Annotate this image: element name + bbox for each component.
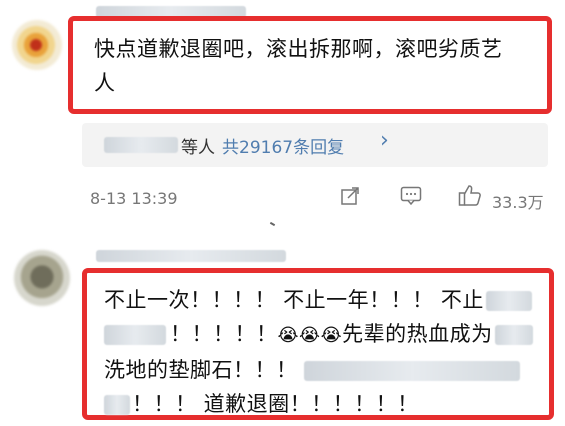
avatar[interactable] xyxy=(14,250,70,306)
comment-text-line: 人 xyxy=(94,71,116,95)
comment-text-segment: 不止一次！！！！ 不止一年！！！ 不止 xyxy=(104,288,484,312)
crying-emoji-icon: 😭😭😭 xyxy=(277,325,343,346)
comment-text-line: 洗地的垫脚石！！！ xyxy=(104,353,544,387)
share-icon[interactable] xyxy=(340,186,360,206)
blurred-text xyxy=(485,291,532,311)
comment-text-segment: ！！！ 道歉退圈！！！！！！ xyxy=(132,392,419,416)
blurred-text xyxy=(104,395,130,415)
avatar[interactable] xyxy=(12,20,62,70)
comment-text-line: ！！！！！😭😭😭先辈的热血成为 xyxy=(104,317,544,353)
like-count: 33.3万 xyxy=(492,193,544,212)
comment-text-line: 不止一次！！！！ 不止一年！！！ 不止 xyxy=(104,283,544,317)
comment-text: 快点道歉退圈吧，滚出拆那啊，滚吧劣质艺 人 xyxy=(94,32,544,100)
comment-text-segment: 洗地的垫脚石！！！ xyxy=(104,358,298,382)
comment-time: 8-13 13:39 xyxy=(90,189,178,208)
comment-icon[interactable] xyxy=(400,186,422,206)
like-icon[interactable] xyxy=(458,184,482,206)
username-blurred[interactable] xyxy=(96,250,286,262)
comment-text: 不止一次！！！！ 不止一年！！！ 不止 ！！！！！😭😭😭先辈的热血成为 洗地的垫… xyxy=(104,283,544,421)
comment-text-segment: 先辈的热血成为 xyxy=(342,322,493,346)
reply-users-blurred xyxy=(104,137,178,153)
stray-mark xyxy=(269,221,276,227)
blurred-text xyxy=(104,325,166,345)
comment-text-line: 快点道歉退圈吧，滚出拆那啊，滚吧劣质艺 xyxy=(94,37,503,61)
chevron-right-icon[interactable]: › xyxy=(380,128,389,153)
reply-users-suffix: 等人 xyxy=(181,138,215,158)
comment-text-segment: ！！！！！ xyxy=(170,322,278,346)
reply-count[interactable]: 共29167条回复 xyxy=(222,133,344,158)
reply-summary[interactable]: 等人 共29167条回复 › xyxy=(82,123,548,167)
comment-text-line: ！！！ 道歉退圈！！！！！！ xyxy=(104,387,544,421)
blurred-text xyxy=(303,361,520,381)
blurred-text xyxy=(494,325,533,345)
